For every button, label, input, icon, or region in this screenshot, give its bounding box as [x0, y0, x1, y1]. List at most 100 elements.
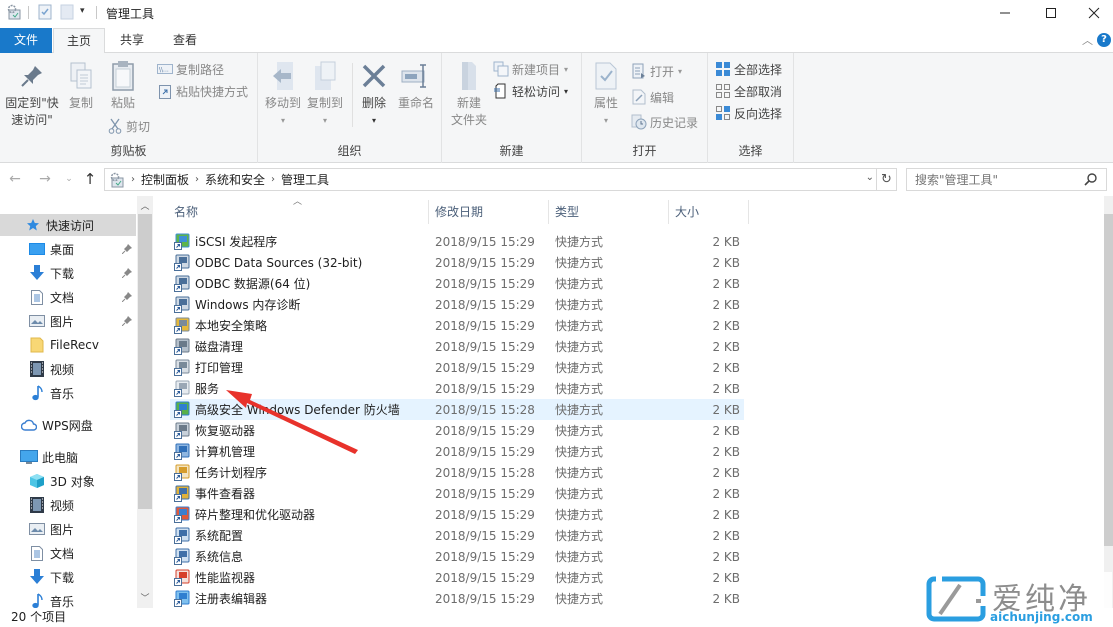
address-dropdown-icon[interactable]: ⌄: [866, 172, 874, 183]
forward-button[interactable]: →: [36, 170, 54, 188]
column-header-date[interactable]: 修改日期: [421, 202, 541, 226]
copy-button[interactable]: 复制: [64, 59, 98, 112]
file-row[interactable]: 注册表编辑器 2018/9/15 15:29 快捷方式 2 KB: [170, 588, 744, 609]
open-button[interactable]: 打开 ▾: [630, 61, 682, 81]
copy-to-button[interactable]: 复制到 ▾: [304, 59, 346, 129]
file-row[interactable]: 系统配置 2018/9/15 15:29 快捷方式 2 KB: [170, 525, 744, 546]
file-row[interactable]: 服务 2018/9/15 15:29 快捷方式 2 KB: [170, 378, 744, 399]
tab-home[interactable]: 主页: [53, 28, 105, 54]
file-row[interactable]: Windows 内存诊断 2018/9/15 15:29 快捷方式 2 KB: [170, 294, 744, 315]
pin-icon[interactable]: [121, 315, 132, 329]
search-icon[interactable]: [1084, 172, 1098, 189]
properties-button[interactable]: 属性 ▾: [588, 59, 624, 129]
refresh-button[interactable]: ↻: [877, 168, 897, 191]
file-size: 2 KB: [712, 528, 740, 543]
pin-to-quick-access-button[interactable]: 固定到"快 速访问": [4, 59, 60, 129]
address-bar[interactable]: › 控制面板 › 系统和安全 › 管理工具 ⌄: [104, 168, 877, 191]
column-header-size[interactable]: 大小: [661, 202, 741, 226]
breadcrumb-separator[interactable]: ›: [131, 174, 135, 185]
tab-view[interactable]: 查看: [160, 28, 210, 53]
breadcrumb-separator[interactable]: ›: [271, 174, 275, 185]
properties-icon[interactable]: [38, 4, 52, 20]
column-header-name[interactable]: 名称: [160, 202, 428, 226]
file-row[interactable]: 本地安全策略 2018/9/15 15:29 快捷方式 2 KB: [170, 315, 744, 336]
sidebar-item-this-pc[interactable]: 此电脑: [0, 446, 136, 468]
select-none-button[interactable]: 全部取消: [714, 81, 782, 101]
breadcrumb-separator[interactable]: ›: [195, 174, 199, 185]
file-size: 2 KB: [712, 255, 740, 270]
scroll-down-icon[interactable]: ﹀: [137, 591, 153, 604]
help-icon[interactable]: ?: [1097, 33, 1111, 47]
up-button[interactable]: ↑: [81, 170, 99, 188]
file-row[interactable]: ODBC Data Sources (32-bit) 2018/9/15 15:2…: [170, 252, 744, 273]
tab-file[interactable]: 文件: [0, 28, 52, 53]
sidebar-item-pc-videos[interactable]: 视频: [0, 494, 136, 516]
file-row[interactable]: 碎片整理和优化驱动器 2018/9/15 15:29 快捷方式 2 KB: [170, 504, 744, 525]
select-all-button[interactable]: 全部选择: [714, 59, 782, 79]
sidebar-item-desktop[interactable]: 桌面: [0, 238, 136, 260]
pin-icon[interactable]: [121, 243, 132, 257]
file-row[interactable]: 性能监视器 2018/9/15 15:29 快捷方式 2 KB: [170, 567, 744, 588]
cut-button[interactable]: 剪切: [106, 116, 150, 136]
recent-locations-button[interactable]: ⌄: [60, 170, 78, 188]
new-item-button[interactable]: 新建项目 ▾: [492, 59, 568, 79]
invert-selection-button[interactable]: 反向选择: [714, 103, 782, 123]
file-row[interactable]: 打印管理 2018/9/15 15:29 快捷方式 2 KB: [170, 357, 744, 378]
new-folder-button[interactable]: 新建 文件夹: [446, 59, 492, 129]
breadcrumb-control-panel[interactable]: 控制面板: [141, 171, 189, 188]
sidebar-item-wps-cloud[interactable]: WPS网盘: [0, 414, 136, 436]
move-to-button[interactable]: 移动到 ▾: [262, 59, 304, 129]
breadcrumb-system-security[interactable]: 系统和安全: [205, 171, 265, 188]
rename-button[interactable]: 重命名: [394, 59, 438, 112]
pin-icon[interactable]: [121, 291, 132, 305]
file-row[interactable]: 高级安全 Windows Defender 防火墙 2018/9/15 15:28…: [170, 399, 744, 420]
back-button[interactable]: ←: [6, 170, 24, 188]
file-row[interactable]: 恢复驱动器 2018/9/15 15:29 快捷方式 2 KB: [170, 420, 744, 441]
maximize-button[interactable]: [1028, 0, 1074, 26]
easy-access-button[interactable]: 轻松访问 ▾: [492, 81, 568, 101]
sidebar-item-documents[interactable]: 文档: [0, 286, 136, 308]
sidebar-item-pictures[interactable]: 图片: [0, 310, 136, 332]
sidebar-item-pc-pictures[interactable]: 图片: [0, 518, 136, 540]
file-row[interactable]: ODBC 数据源(64 位) 2018/9/15 15:29 快捷方式 2 KB: [170, 273, 744, 294]
sidebar-item-downloads[interactable]: 下载: [0, 262, 136, 284]
new-folder-icon: [446, 59, 492, 93]
admin-tools-icon[interactable]: [6, 4, 22, 20]
sidebar-item-pc-music[interactable]: 音乐: [0, 590, 136, 608]
search-input[interactable]: [915, 172, 1075, 187]
collapse-ribbon-icon[interactable]: ︿: [1082, 32, 1093, 48]
column-header-type[interactable]: 类型: [541, 202, 661, 226]
close-button[interactable]: [1071, 0, 1113, 26]
paste-button[interactable]: 粘贴: [106, 59, 140, 112]
sidebar-scrollbar-thumb[interactable]: [138, 214, 152, 509]
file-list-scrollbar-thumb[interactable]: [1104, 214, 1113, 546]
edit-button[interactable]: 编辑: [630, 87, 674, 107]
sidebar-item-pc-downloads[interactable]: 下载: [0, 566, 136, 588]
sidebar-item-quick-access[interactable]: 快速访问: [0, 214, 136, 236]
copy-path-button[interactable]: \\... 复制路径: [156, 59, 224, 79]
file-row[interactable]: iSCSI 发起程序 2018/9/15 15:29 快捷方式 2 KB: [170, 231, 744, 252]
sidebar-item-pc-documents[interactable]: 文档: [0, 542, 136, 564]
file-row[interactable]: 计算机管理 2018/9/15 15:29 快捷方式 2 KB: [170, 441, 744, 462]
delete-button[interactable]: 删除 ▾: [356, 59, 392, 129]
paste-shortcut-button[interactable]: 粘贴快捷方式: [156, 81, 248, 101]
sidebar-item-filerecv[interactable]: FileRecv: [0, 334, 136, 356]
sidebar-item-music[interactable]: 音乐: [0, 382, 136, 404]
separator: [96, 6, 97, 19]
pin-icon[interactable]: [121, 267, 132, 281]
sidebar-item-3d-objects[interactable]: 3D 对象: [0, 470, 136, 492]
column-divider[interactable]: [748, 200, 749, 224]
file-row[interactable]: 系统信息 2018/9/15 15:29 快捷方式 2 KB: [170, 546, 744, 567]
search-box[interactable]: [906, 168, 1107, 191]
breadcrumb-admin-tools[interactable]: 管理工具: [281, 171, 329, 188]
customize-dropdown-icon[interactable]: ▾: [80, 6, 85, 16]
file-row[interactable]: 任务计划程序 2018/9/15 15:28 快捷方式 2 KB: [170, 462, 744, 483]
file-row[interactable]: 事件查看器 2018/9/15 15:29 快捷方式 2 KB: [170, 483, 744, 504]
sidebar-item-videos[interactable]: 视频: [0, 358, 136, 380]
minimize-button[interactable]: [982, 0, 1028, 26]
history-button[interactable]: 历史记录: [630, 112, 698, 132]
new-folder-icon[interactable]: [60, 4, 74, 20]
file-row[interactable]: 磁盘清理 2018/9/15 15:29 快捷方式 2 KB: [170, 336, 744, 357]
tab-share[interactable]: 共享: [108, 28, 156, 53]
scroll-up-icon[interactable]: ︿: [137, 199, 153, 212]
